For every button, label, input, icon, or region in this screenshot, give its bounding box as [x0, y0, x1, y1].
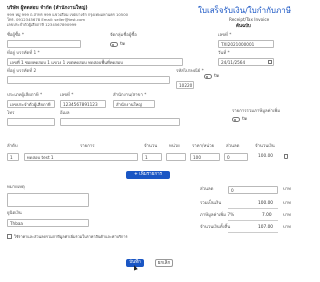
vat-divider [228, 220, 278, 221]
remark-label: หมายเหตุ [7, 185, 25, 190]
cancel-button[interactable]: ยกเลิก [155, 259, 173, 267]
delete-icon[interactable] [284, 154, 288, 159]
col-amount: จำนวนเงิน [255, 144, 275, 149]
item-qty[interactable]: 1 [142, 153, 162, 161]
col-qty: จำนวน [144, 144, 158, 149]
zip-input[interactable]: 10220 [176, 81, 194, 89]
vat-value: 7.00 [262, 213, 272, 218]
email-label: อีเมล [60, 111, 70, 116]
id-no-label: เลขที่ * [60, 93, 74, 98]
col-desc: รายการ [80, 144, 95, 149]
total-value: 100.00 [258, 201, 274, 206]
col-discount: ส่วนลด [226, 144, 240, 149]
item-discount[interactable]: 0 [224, 153, 248, 161]
item-amount: 100.00 [258, 154, 274, 159]
vat-inclusive-label: ใช้ราคาและส่วนลดรวมภาษีมูลค่าเพิ่มรวมในร… [14, 233, 128, 239]
col-unit: หน่วย [169, 144, 180, 149]
item-desc[interactable]: ทดสอบ test 1 [24, 153, 138, 161]
currency-input[interactable]: Thbaa [7, 219, 89, 227]
calendar-icon[interactable] [268, 59, 272, 64]
remark-input[interactable] [7, 193, 89, 207]
address1-label: ที่อยู่ บรรทัดที่ 1 * [7, 51, 40, 56]
buyer-name-label: ชื่อผู้ซื้อ * [7, 33, 25, 38]
add-item-button[interactable]: + เพิ่มรายการ [126, 171, 170, 179]
document-title: ใบเสร็จรับเงิน/ใบกำกับภาษี [198, 6, 292, 15]
branch-select[interactable]: สำนักงานใหญ่ [113, 100, 155, 108]
vat-inclusive-checkbox[interactable] [7, 234, 12, 239]
total-divider [228, 208, 278, 209]
currency-label: ยูนิตเงิน [7, 211, 22, 216]
grand-divider [228, 232, 278, 233]
item-seq[interactable]: 1 [7, 153, 19, 161]
address2-label: ที่อยู่ บรรทัดที่ 2 [7, 69, 37, 74]
discount-label: ส่วนลด [200, 187, 214, 192]
doc-number-label: เลขที่ * [218, 33, 232, 38]
vat-unit: บาท [283, 213, 291, 218]
zip-label: รหัสไปรษณีย์ * [176, 69, 204, 74]
buyer-name-input[interactable] [7, 40, 81, 48]
branch-label: สำนักงาน/สาขา * [113, 93, 147, 98]
id-no-input[interactable]: 1234567891123 [60, 100, 106, 108]
tax-address-toggle-label: ปิด [242, 116, 248, 121]
document-copy: ต้นฉบับ [236, 24, 251, 29]
grand-total-label: จำนวนเงินทั้งสิ้น [200, 225, 231, 230]
id-type-label: ประเภทผู้เสียภาษี * [7, 93, 43, 98]
document-title-en: Receipt/Tax Invoice [229, 17, 270, 22]
item-price[interactable]: 100 [190, 153, 220, 161]
tax-address-toggle[interactable] [232, 117, 240, 122]
show-name-toggle[interactable] [110, 42, 118, 47]
tax-address-label: รายการรวมภาษีมูลค่าเพิ่ม [232, 109, 281, 114]
grand-total-unit: บาท [283, 225, 291, 230]
discount-unit: บาท [283, 187, 291, 192]
address2-toggle-label: ปิด [214, 73, 220, 78]
vat-label: ภาษีมูลค่าเพิ่ม 7% [200, 213, 235, 218]
total-unit: บาท [283, 201, 291, 206]
show-name-toggle-label: ปิด [120, 41, 126, 46]
doc-number-input[interactable]: TXI2021000001 [218, 40, 274, 48]
doc-date-input[interactable]: 24/11/2564 [218, 58, 274, 66]
address1-input[interactable]: เลขที่ 1 ซอยทดสอบ 1 แขวง 1 เขตทดสอบ ทดสอ… [7, 58, 183, 66]
col-price: ราคา/หน่วย [192, 144, 215, 149]
address2-toggle[interactable] [204, 74, 212, 79]
tel-input[interactable] [7, 118, 55, 126]
show-name-label: จัดกลุ่มชื่อผู้ซื้อ [110, 33, 137, 38]
discount-input[interactable]: 0 [228, 186, 278, 194]
company-tax-id: เลขประจำตัวผู้เสียภาษี 1234567890999 [7, 22, 77, 27]
id-type-select[interactable]: เลขประจำตัวผู้เสียภาษี [7, 100, 55, 108]
tel-label: โทร [7, 111, 15, 116]
item-unit[interactable] [166, 153, 186, 161]
col-seq: ลำดับ [7, 144, 18, 149]
email-input[interactable] [60, 118, 180, 126]
grand-total-value: 107.00 [258, 225, 274, 230]
doc-date-label: วันที่ * [218, 51, 230, 56]
total-label: รวมเป็นเงิน [200, 201, 222, 206]
address2-input[interactable] [7, 76, 170, 84]
